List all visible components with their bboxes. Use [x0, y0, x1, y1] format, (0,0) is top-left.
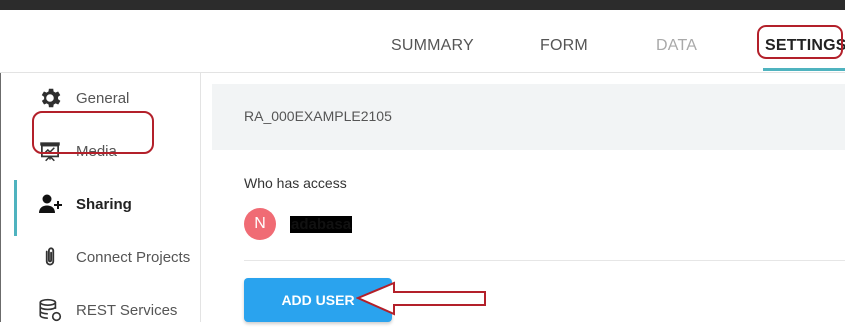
gear-icon	[37, 85, 65, 111]
avatar: N	[244, 208, 276, 240]
sidebar-item-label: REST Services	[76, 302, 178, 319]
arrow-annotation-icon	[356, 281, 486, 316]
project-id: RA_000EXAMPLE2105	[244, 108, 392, 124]
user-access-row: N adabasa	[244, 208, 804, 248]
tab-summary[interactable]: SUMMARY	[391, 37, 474, 55]
project-id-bar: RA_000EXAMPLE2105	[212, 84, 845, 150]
section-divider	[244, 260, 845, 261]
tab-form[interactable]: FORM	[540, 37, 588, 55]
add-user-icon	[37, 191, 65, 217]
sidebar-item-sharing[interactable]: Sharing	[0, 179, 200, 229]
user-name: adabasa	[290, 216, 353, 233]
sidebar-item-general[interactable]: General	[0, 73, 200, 123]
settings-sidebar: General Media Sharing Connect Projects R…	[0, 73, 201, 322]
tab-settings[interactable]: SETTINGS	[765, 37, 845, 55]
sidebar-item-label: General	[76, 90, 130, 107]
sidebar-item-label: Media	[76, 143, 117, 160]
sidebar-item-label: Sharing	[76, 196, 132, 213]
sharing-panel: RA_000EXAMPLE2105 Who has access N adaba…	[212, 84, 845, 322]
sidebar-item-media[interactable]: Media	[0, 126, 200, 176]
active-tab-indicator	[763, 68, 845, 71]
sidebar-item-rest-services[interactable]: REST Services	[0, 285, 200, 335]
window-top-bar	[0, 0, 845, 10]
database-icon	[37, 297, 65, 323]
project-tabs: SUMMARY FORM DATA SETTINGS	[0, 10, 845, 73]
paperclip-icon	[37, 244, 65, 270]
presentation-icon	[37, 138, 65, 164]
sidebar-item-connect-projects[interactable]: Connect Projects	[0, 232, 200, 282]
tab-data[interactable]: DATA	[656, 37, 697, 55]
access-section-title: Who has access	[244, 175, 347, 191]
sidebar-item-label: Connect Projects	[76, 249, 191, 266]
